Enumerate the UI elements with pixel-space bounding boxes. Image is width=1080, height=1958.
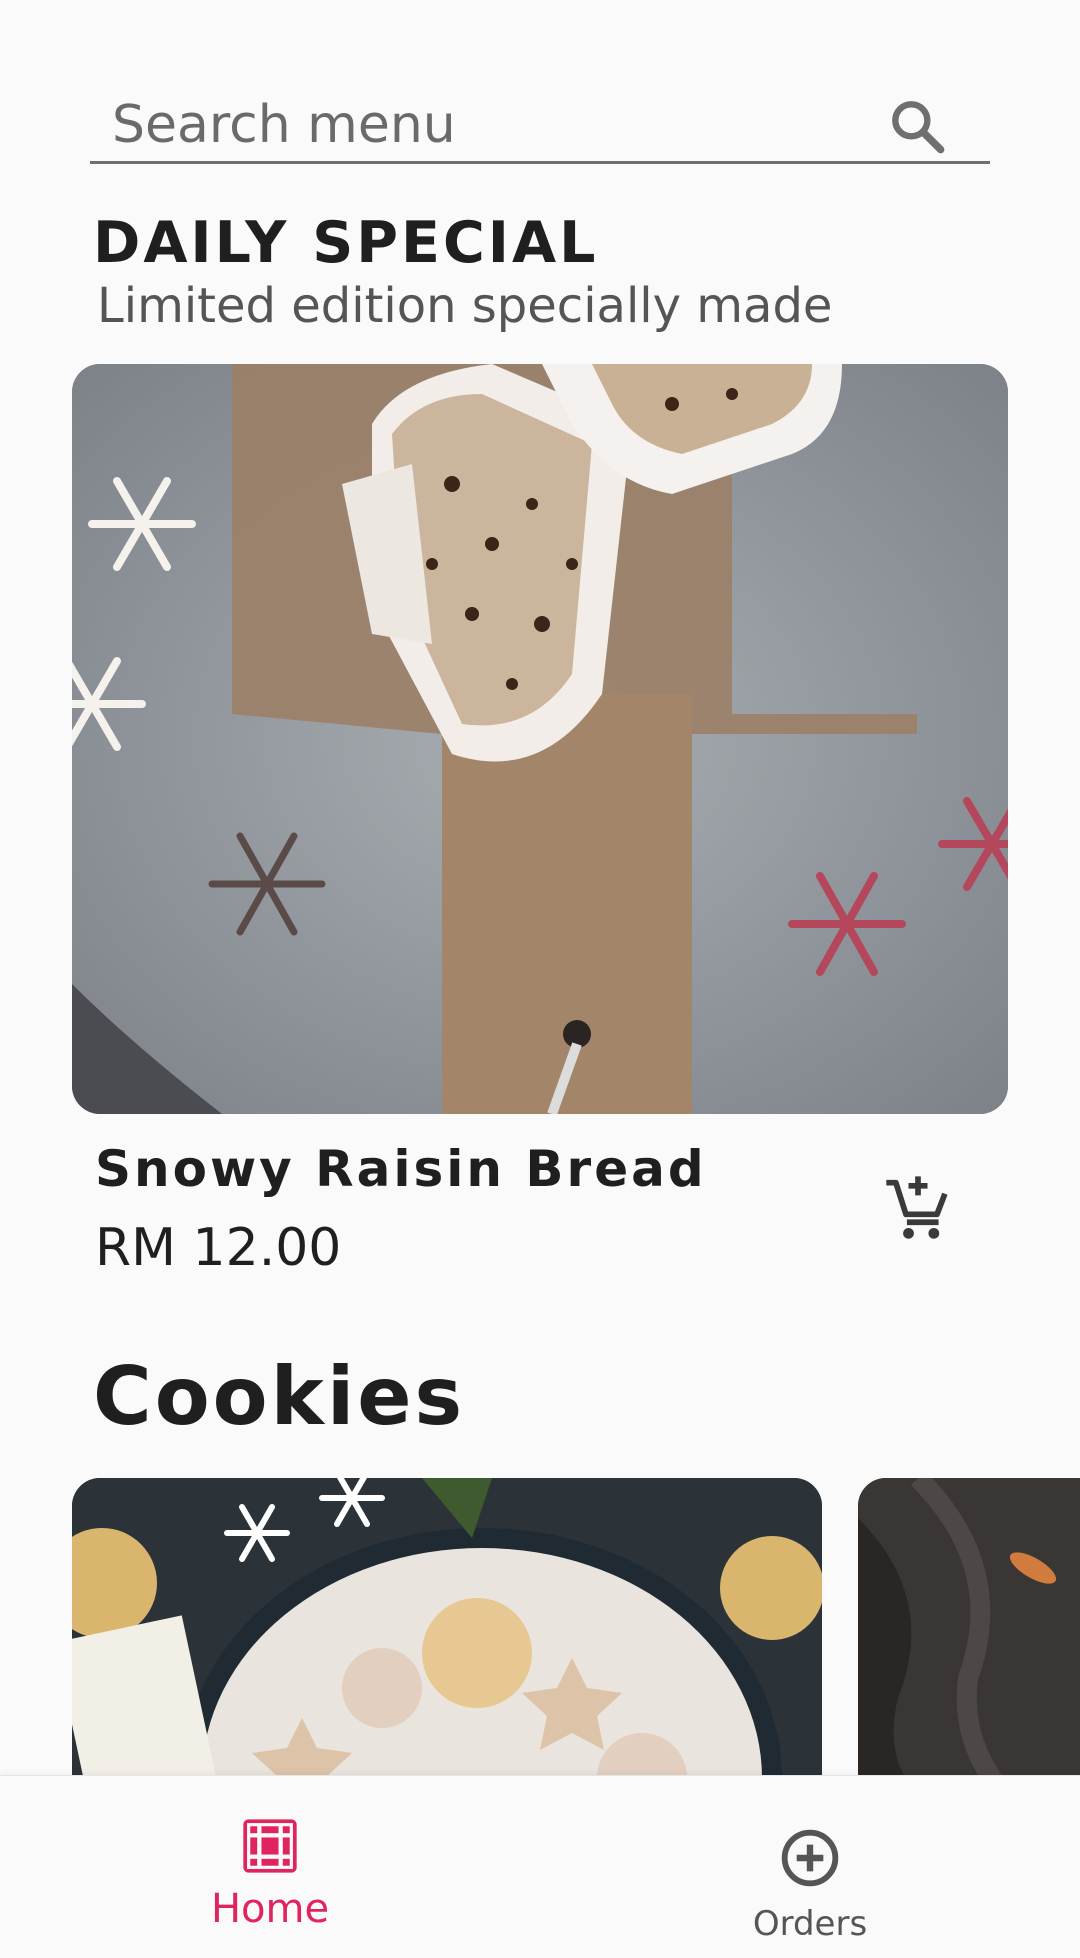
product-name: Snowy Raisin Bread	[95, 1140, 707, 1198]
nav-item-home[interactable]: Home	[0, 1776, 540, 1958]
add-circle-icon	[781, 1829, 839, 1887]
cookies-title: Cookies	[93, 1350, 466, 1443]
search-bar	[90, 40, 990, 165]
nav-label-orders: Orders	[752, 1904, 868, 1944]
menu-screen: DAILY SPECIAL Limited edition specially …	[0, 0, 1080, 1958]
daily-special-title: DAILY SPECIAL	[93, 210, 599, 276]
daily-special-image[interactable]	[72, 364, 1008, 1114]
nav-label-home: Home	[210, 1886, 330, 1932]
cookies-item-card[interactable]	[72, 1478, 822, 1818]
bottom-navigation: Home Orders	[0, 1775, 1080, 1958]
nav-item-orders[interactable]: Orders	[540, 1776, 1080, 1958]
grid-icon	[243, 1819, 297, 1873]
product-price: RM 12.00	[95, 1218, 342, 1278]
search-input[interactable]	[112, 85, 872, 165]
cookies-item-card[interactable]	[858, 1478, 1080, 1818]
search-icon[interactable]	[886, 95, 950, 159]
add-to-cart-icon[interactable]	[880, 1170, 956, 1246]
daily-special-subtitle: Limited edition specially made	[97, 278, 833, 334]
